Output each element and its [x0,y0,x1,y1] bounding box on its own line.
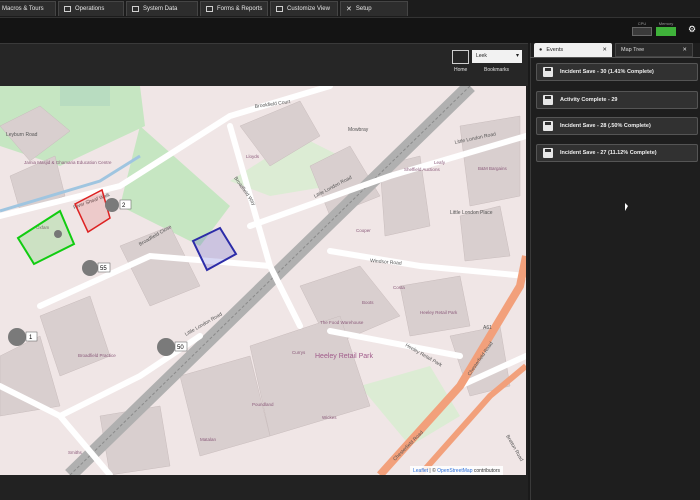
event-text: Incident Save - 30 (1.41% Complete) [560,69,654,75]
place-label: Lloyds [246,154,260,159]
forms-icon [206,6,213,12]
tab-label: Map Tree [621,47,645,53]
street-label: Little London Place [450,210,493,216]
tab-events[interactable]: ● Events ✕ [534,43,612,57]
secondary-toolbar [0,17,700,43]
events-panel [530,43,700,500]
place-label: Boots [362,300,374,305]
mouse-cursor-icon [625,203,628,211]
osm-link[interactable]: OpenStreetMap [437,468,472,474]
chevron-down-icon: ▾ [515,53,519,59]
memory-bar [656,27,676,36]
place-label: Currys [292,350,306,355]
place-label: Smiths [68,450,83,455]
map-canvas[interactable]: Brookfield Court Little London Road Litt… [0,86,526,475]
attribution-suffix: contributors [472,468,500,474]
tab-setup[interactable]: ✕ Setup [340,1,408,16]
site-select-value: Leek [476,53,487,59]
save-icon [543,95,553,105]
save-icon [543,67,553,77]
close-icon[interactable]: ✕ [682,47,687,53]
place-label: Broadfield Practice [78,353,116,358]
event-text: Incident Save - 28 (.50% Complete) [560,123,651,129]
map-footer [0,475,528,500]
save-icon [543,148,553,158]
marker-count: 50 [177,345,184,351]
tab-macros-tours[interactable]: Macros & Tours [0,1,56,16]
place-label: Jamia Masjid & Ghamaria Education Centre [24,160,112,165]
tab-label: Macros & Tours [2,6,44,12]
place-label: Leafy [434,160,446,165]
tab-system-data[interactable]: System Data [126,1,198,16]
tab-label: Forms & Reports [217,6,263,12]
place-label: Poundland [252,402,274,407]
area-label: Heeley Retail Park [315,353,373,360]
memory-indicator: Memory [656,21,676,37]
place-label: Costa [393,285,405,290]
system-data-icon [132,6,139,12]
place-label: Wickes [322,415,337,420]
street-label: Leyburn Road [6,132,38,138]
place-label: The Food Warehouse [320,320,364,325]
close-icon[interactable]: ✕ [602,47,607,53]
tab-label: Operations [75,6,105,12]
cpu-indicator: CPU [632,21,652,37]
operations-icon [64,6,71,12]
event-item[interactable]: Incident Save - 28 (.50% Complete) [536,117,698,135]
event-text: Activity Complete - 29 [560,97,618,103]
park-area [60,86,110,106]
divider [530,57,700,58]
event-text: Incident Save - 27 (11.12% Complete) [560,150,657,156]
event-item[interactable]: Incident Save - 27 (11.12% Complete) [536,144,698,162]
street-label: A61 [483,325,492,331]
tab-label: Customize View [287,6,330,12]
home-label: Home [454,67,468,73]
place-label: Cooper [356,228,371,233]
tab-customize-view[interactable]: Customize View [270,1,338,16]
attribution-separator: | © [428,468,438,474]
map-toolbar [0,44,528,86]
cpu-label: CPU [637,21,647,26]
marker-count: 55 [100,266,107,272]
tab-operations[interactable]: Operations [58,1,124,16]
event-item[interactable]: Activity Complete - 29 [536,91,698,109]
tab-label: Setup [355,6,372,12]
events-icon: ● [539,47,543,53]
camera-icon[interactable] [54,230,62,238]
tab-map-tree[interactable]: Map Tree ✕ [615,43,693,57]
tab-label: Events [546,47,564,53]
event-item[interactable]: Incident Save - 30 (1.41% Complete) [536,63,698,81]
site-select[interactable]: Leek ▾ [472,50,522,63]
setup-icon: ✕ [346,6,352,13]
place-label: Heeley Retail Park [420,310,458,315]
cpu-bar [632,27,652,36]
place-label: B&M Bargains [478,166,508,171]
customize-icon [276,6,283,12]
street-label: Mowbray [348,127,369,133]
home-button[interactable] [452,50,469,64]
tab-forms-reports[interactable]: Forms & Reports [200,1,268,16]
bookmarks-button[interactable]: Bookmarks [484,67,509,73]
place-label: Sheffield Auctions [404,167,440,172]
tab-label: System Data [143,6,178,12]
network-icon[interactable]: ⚙ [688,24,696,35]
save-icon [543,121,553,131]
leaflet-link[interactable]: Leaflet [413,468,428,474]
map-attribution: Leaflet | © OpenStreetMap contributors [410,466,503,475]
place-label: Matalan [200,437,217,442]
memory-label: Memory [658,21,674,26]
